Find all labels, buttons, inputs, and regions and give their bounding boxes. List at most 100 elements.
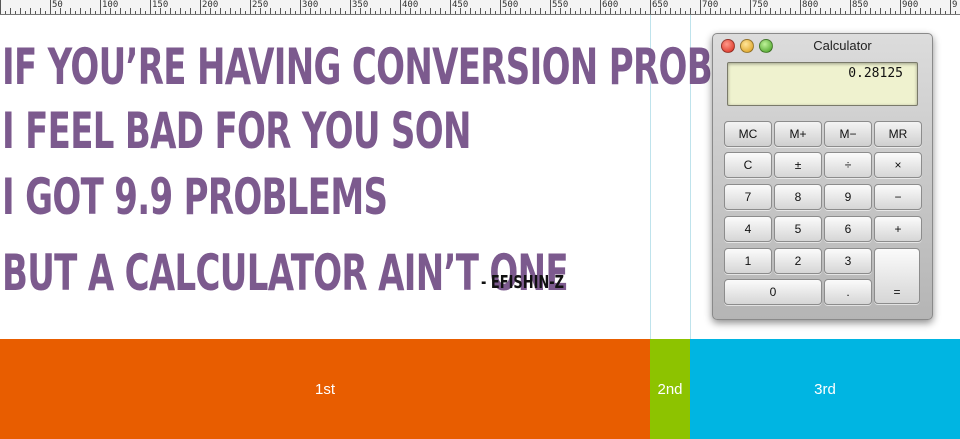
calculator-window: Calculator 0.28125 MC M+ M− MR C ± ÷ × 7… bbox=[712, 33, 933, 320]
digit-0-button[interactable]: 0 bbox=[724, 279, 822, 305]
ruler-tick bbox=[525, 11, 526, 14]
title-bar[interactable]: Calculator bbox=[713, 34, 932, 56]
ruler-tick bbox=[240, 8, 241, 14]
ruler-tick bbox=[180, 8, 181, 14]
ruler-tick bbox=[520, 8, 521, 14]
ruler-tick bbox=[555, 11, 556, 14]
ruler-label: 850 bbox=[852, 0, 869, 10]
ruler-tick bbox=[130, 8, 131, 14]
ruler-tick bbox=[65, 11, 66, 14]
mr-button[interactable]: MR bbox=[874, 121, 922, 147]
ruler-tick bbox=[905, 11, 906, 14]
ruler-tick bbox=[115, 11, 116, 14]
ruler-tick bbox=[95, 11, 96, 14]
ruler-tick bbox=[20, 8, 21, 14]
ruler-label: 800 bbox=[802, 0, 819, 10]
ruler-label: 9 bbox=[952, 0, 958, 10]
ruler-tick bbox=[695, 11, 696, 14]
ruler-tick bbox=[395, 11, 396, 14]
ruler-tick bbox=[355, 11, 356, 14]
ruler-tick bbox=[640, 8, 641, 14]
ruler-tick bbox=[875, 11, 876, 14]
ruler-tick bbox=[415, 11, 416, 14]
ruler-tick bbox=[480, 8, 481, 14]
ruler-tick bbox=[450, 0, 451, 14]
ruler-tick bbox=[470, 8, 471, 14]
ruler-tick bbox=[635, 11, 636, 14]
ruler-label: 500 bbox=[502, 0, 519, 10]
ruler-label: 200 bbox=[202, 0, 219, 10]
ruler-tick bbox=[215, 11, 216, 14]
divide-button[interactable]: ÷ bbox=[824, 152, 872, 178]
ruler-tick bbox=[755, 11, 756, 14]
ruler-tick bbox=[775, 11, 776, 14]
ruler-tick bbox=[265, 11, 266, 14]
ruler-tick bbox=[140, 8, 141, 14]
band-label: 3rd bbox=[814, 380, 836, 398]
digit-4-button[interactable]: 4 bbox=[724, 216, 772, 242]
ruler-tick bbox=[805, 11, 806, 14]
ruler-label: 550 bbox=[552, 0, 569, 10]
ruler-tick bbox=[430, 8, 431, 14]
ruler-tick bbox=[715, 11, 716, 14]
ruler-tick bbox=[330, 8, 331, 14]
digit-1-button[interactable]: 1 bbox=[724, 248, 772, 274]
band-label: 1st bbox=[314, 380, 335, 398]
ruler-tick bbox=[515, 11, 516, 14]
ruler-tick bbox=[155, 11, 156, 14]
ruler-label: 350 bbox=[352, 0, 369, 10]
ruler-tick bbox=[530, 8, 531, 14]
ruler-tick bbox=[0, 0, 1, 14]
minus-button[interactable]: − bbox=[874, 184, 922, 210]
ruler-tick bbox=[550, 0, 551, 14]
ruler: 50 100 150 200 250 300 350 400 450 500 550 600 650 70… bbox=[0, 0, 960, 15]
digit-2-button[interactable]: 2 bbox=[774, 248, 822, 274]
plus-button[interactable]: + bbox=[874, 216, 922, 242]
ruler-tick bbox=[685, 11, 686, 14]
ruler-tick bbox=[585, 11, 586, 14]
ruler-tick bbox=[485, 11, 486, 14]
digit-3-button[interactable]: 3 bbox=[824, 248, 872, 274]
ruler-tick bbox=[445, 11, 446, 14]
digit-9-button[interactable]: 9 bbox=[824, 184, 872, 210]
ruler-tick bbox=[605, 11, 606, 14]
ruler-tick bbox=[40, 8, 41, 14]
ruler-tick bbox=[580, 8, 581, 14]
multiply-button[interactable]: × bbox=[874, 152, 922, 178]
mc-button[interactable]: MC bbox=[724, 121, 772, 147]
digit-5-button[interactable]: 5 bbox=[774, 216, 822, 242]
ruler-tick bbox=[90, 8, 91, 14]
ruler-tick bbox=[200, 0, 201, 14]
ruler-tick bbox=[85, 11, 86, 14]
ruler-tick bbox=[135, 11, 136, 14]
digit-6-button[interactable]: 6 bbox=[824, 216, 872, 242]
equals-button[interactable]: = bbox=[874, 248, 920, 304]
digit-7-button[interactable]: 7 bbox=[724, 184, 772, 210]
ruler-tick bbox=[490, 8, 491, 14]
ruler-tick bbox=[495, 11, 496, 14]
plus-minus-button[interactable]: ± bbox=[774, 152, 822, 178]
ruler-tick bbox=[380, 8, 381, 14]
m-minus-button[interactable]: M− bbox=[824, 121, 872, 147]
ruler-tick bbox=[945, 11, 946, 14]
ruler-tick bbox=[390, 8, 391, 14]
ruler-tick bbox=[405, 11, 406, 14]
m-plus-button[interactable]: M+ bbox=[774, 121, 822, 147]
ruler-tick bbox=[35, 11, 36, 14]
ruler-label: 150 bbox=[152, 0, 169, 10]
digit-8-button[interactable]: 8 bbox=[774, 184, 822, 210]
ruler-tick bbox=[675, 11, 676, 14]
ruler-tick bbox=[55, 11, 56, 14]
decimal-button[interactable]: . bbox=[824, 279, 872, 305]
ruler-tick bbox=[825, 11, 826, 14]
ruler-tick bbox=[50, 0, 51, 14]
clear-button[interactable]: C bbox=[724, 152, 772, 178]
ruler-label: 450 bbox=[452, 0, 469, 10]
ruler-tick bbox=[465, 11, 466, 14]
ruler-tick bbox=[315, 11, 316, 14]
ruler-label: 50 bbox=[52, 0, 63, 10]
ruler-tick bbox=[655, 11, 656, 14]
ruler-tick bbox=[175, 11, 176, 14]
ruler-tick bbox=[935, 11, 936, 14]
ruler-tick bbox=[780, 8, 781, 14]
